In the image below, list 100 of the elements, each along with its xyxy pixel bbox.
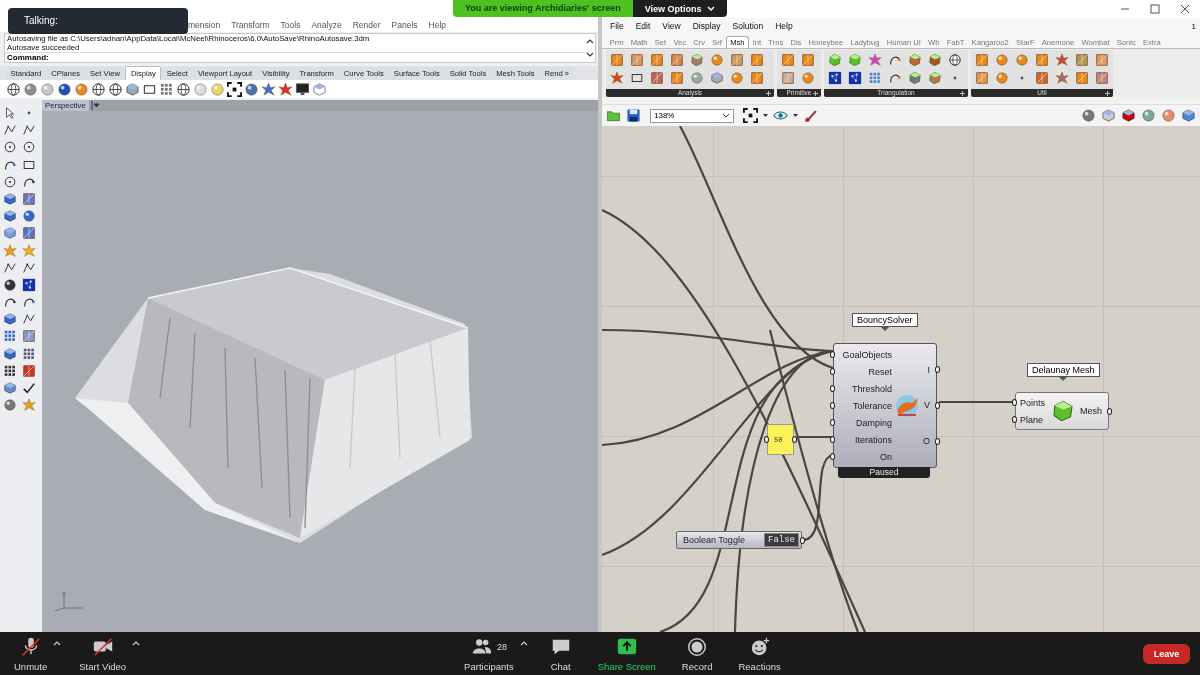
input-port[interactable]: [1012, 416, 1017, 423]
sphere-icon[interactable]: [1081, 108, 1096, 123]
cube-icon[interactable]: [1181, 108, 1196, 123]
cube-icon[interactable]: [3, 312, 17, 327]
wire-sphere-icon[interactable]: [108, 81, 123, 97]
points-icon[interactable]: [828, 71, 842, 85]
points-icon[interactable]: [22, 277, 36, 292]
polyhedron-icon[interactable]: [908, 71, 922, 85]
cube-icon[interactable]: [3, 209, 17, 224]
grid-icon[interactable]: [3, 363, 17, 378]
leave-button[interactable]: Leave: [1143, 643, 1190, 664]
maximize-icon[interactable]: [1150, 4, 1160, 14]
monitor-icon[interactable]: [295, 81, 310, 97]
polyhedron-icon[interactable]: [908, 53, 922, 67]
output-port[interactable]: [935, 437, 940, 445]
tile-icon[interactable]: [670, 53, 684, 67]
tile-icon[interactable]: [1095, 71, 1109, 85]
cube-icon[interactable]: [1121, 108, 1136, 123]
tile-icon[interactable]: [975, 53, 989, 67]
input-port[interactable]: [830, 368, 835, 375]
polyhedron-icon[interactable]: [928, 53, 942, 67]
sphere-icon[interactable]: [244, 81, 259, 97]
menu-item[interactable]: Analyze: [311, 20, 342, 30]
plus-icon[interactable]: [813, 90, 818, 96]
tile-icon[interactable]: [1035, 71, 1049, 85]
burst-icon[interactable]: [868, 53, 882, 67]
input-port[interactable]: [1012, 399, 1017, 406]
reactions-button[interactable]: Reactions: [734, 633, 785, 674]
cube-icon[interactable]: [710, 71, 724, 85]
input-port[interactable]: [764, 436, 769, 443]
burst-icon[interactable]: [278, 81, 293, 97]
input-port[interactable]: [830, 419, 835, 426]
close-icon[interactable]: [1180, 4, 1190, 14]
wire-sphere-icon[interactable]: [948, 53, 962, 67]
folder-icon[interactable]: [606, 108, 621, 123]
sphere-icon[interactable]: [22, 209, 36, 224]
zoom-extents-icon[interactable]: [227, 81, 242, 97]
tile-icon[interactable]: [22, 226, 36, 241]
mesh-component[interactable]: Points Plane Mesh: [1015, 392, 1109, 430]
tile-icon[interactable]: [1075, 71, 1089, 85]
solver-component[interactable]: GoalObjects Reset Threshold Tolerance Damping Iterations On I V O: [833, 343, 937, 468]
circle-icon[interactable]: [3, 174, 17, 189]
grid-icon[interactable]: [22, 346, 36, 361]
points-icon[interactable]: [848, 71, 862, 85]
plus-icon[interactable]: [1105, 90, 1110, 96]
menu-item[interactable]: mension: [188, 20, 221, 30]
boolean-toggle[interactable]: Boolean Toggle False: [676, 531, 802, 549]
cube-icon[interactable]: [1101, 108, 1116, 123]
zoom-dropdown[interactable]: 138%: [650, 108, 734, 123]
burst-icon[interactable]: [610, 71, 624, 85]
save-icon[interactable]: [626, 108, 641, 123]
input-port[interactable]: [830, 385, 835, 392]
sphere-icon[interactable]: [57, 81, 72, 97]
tile-icon[interactable]: [1095, 53, 1109, 67]
output-port[interactable]: [800, 536, 805, 544]
plus-icon[interactable]: [766, 90, 771, 96]
menu-item[interactable]: Transform: [231, 20, 270, 30]
cube-icon[interactable]: [3, 381, 17, 395]
tile-icon[interactable]: [781, 71, 795, 85]
sphere-icon[interactable]: [3, 277, 17, 292]
tile-icon[interactable]: [630, 53, 644, 67]
output-port[interactable]: [935, 402, 940, 409]
toggle-value[interactable]: False: [764, 533, 799, 547]
cube-icon[interactable]: [125, 81, 140, 97]
unmute-button[interactable]: Unmute: [10, 633, 52, 674]
tile-icon[interactable]: [610, 53, 624, 67]
tile-icon[interactable]: [1075, 53, 1089, 67]
burst-icon[interactable]: [261, 81, 276, 97]
tile-icon[interactable]: [975, 71, 989, 85]
menu-item[interactable]: Solution: [732, 21, 764, 31]
menu-item[interactable]: Help: [428, 20, 447, 30]
tile-icon[interactable]: [750, 53, 764, 67]
circle-icon[interactable]: [3, 140, 17, 155]
polyhedron-icon[interactable]: [690, 53, 704, 67]
output-port[interactable]: [935, 366, 940, 374]
wire-sphere-icon[interactable]: [6, 81, 21, 97]
wire-sphere-icon[interactable]: [91, 81, 106, 97]
tile-icon[interactable]: [781, 53, 795, 67]
menu-item[interactable]: File: [610, 21, 624, 31]
circle-icon[interactable]: [22, 140, 36, 155]
pointer-icon[interactable]: [3, 106, 17, 120]
start-video-button[interactable]: Start Video: [75, 633, 131, 674]
chevron-down-icon[interactable]: [586, 52, 594, 58]
cube-icon[interactable]: [3, 191, 17, 206]
input-port[interactable]: [830, 351, 835, 358]
input-port[interactable]: [830, 402, 835, 409]
tile-icon[interactable]: [750, 71, 764, 85]
menu-item[interactable]: Tools: [280, 20, 301, 30]
tile-icon[interactable]: [801, 53, 815, 67]
menu-item[interactable]: Help: [775, 21, 793, 31]
record-button[interactable]: Record: [677, 633, 717, 674]
menu-item[interactable]: Panels: [391, 20, 418, 30]
menu-item[interactable]: Edit: [635, 21, 651, 31]
burst-icon[interactable]: [1055, 53, 1069, 67]
check-icon[interactable]: [22, 381, 36, 395]
participants-button[interactable]: 28 Participants: [460, 633, 518, 674]
tile-icon[interactable]: [22, 191, 36, 206]
tile-icon[interactable]: [670, 71, 684, 85]
view-options-button[interactable]: View Options: [632, 0, 727, 17]
brush-icon[interactable]: [803, 108, 818, 123]
